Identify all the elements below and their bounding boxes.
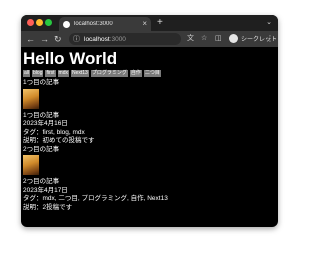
tab-title: localhost:3000 (74, 21, 113, 27)
tag-blog-button[interactable]: blog (32, 70, 44, 77)
new-tab-button[interactable]: + (157, 17, 163, 29)
reload-icon[interactable]: ↻ (54, 34, 62, 44)
article-heading[interactable]: 2つ目の記事 (23, 146, 278, 155)
tab-strip: localhost:3000 × + ⌄ (21, 15, 278, 31)
article-tags: タグ：first, blog, mdx (23, 128, 85, 136)
close-tab-icon[interactable]: × (142, 20, 147, 28)
menu-icon[interactable]: ⋮ (266, 34, 274, 44)
address-port: :3000 (109, 35, 126, 43)
address-host: localhost (84, 35, 110, 43)
tag-mdx-button[interactable]: mdx (57, 70, 69, 77)
tag-second-button[interactable]: 二つ目 (143, 70, 161, 77)
translate-icon[interactable]: 文 (187, 35, 194, 43)
tag-programming-button[interactable]: プログラミング (90, 70, 128, 77)
tab-localhost[interactable]: localhost:3000 × (59, 17, 151, 31)
browser-toolbar: ← → ↻ ⓘ localhost :3000 文 ☆ ◫ シークレット ⋮ (21, 31, 278, 47)
article-date: 2023年4月16日 (23, 120, 68, 127)
star-icon[interactable]: ☆ (201, 35, 207, 43)
tab-search-icon[interactable]: ⌄ (266, 18, 272, 26)
article-description: 説明：初めての投稿です (23, 137, 95, 144)
forward-icon[interactable]: → (40, 34, 49, 44)
incognito-avatar-icon (229, 34, 238, 43)
close-window-button[interactable] (27, 19, 34, 26)
address-bar[interactable]: ⓘ localhost :3000 (69, 33, 181, 45)
site-info-icon[interactable]: ⓘ (73, 34, 80, 44)
sidepanel-icon[interactable]: ◫ (215, 35, 222, 43)
article-thumbnail (23, 155, 39, 175)
tag-next13-button[interactable]: Next13 (70, 70, 89, 77)
tag-jisaku-button[interactable]: 自作 (129, 70, 142, 77)
article-tags: タグ：mdx, 二つ目, プログラミング, 自作, Next13 (23, 195, 168, 202)
article-title: 1つ目の記事 (23, 111, 60, 119)
page-title: Hello World (23, 49, 118, 68)
article-thumbnail (23, 88, 39, 109)
tag-first-button[interactable]: first (45, 70, 56, 77)
article-date: 2023年4月17日 (23, 186, 68, 194)
tag-filter-bar: all blog first mdx Next13 プログラミング 自作 二つ目 (23, 70, 278, 77)
page-content: Hello World all blog first mdx Next13 プロ… (23, 50, 278, 212)
article-card[interactable]: 1つ目の記事 1つ目の記事 2023年4月16日 タグ：first, blog,… (23, 79, 278, 146)
article-description: 説明：2投稿です (23, 203, 73, 211)
article-heading[interactable]: 1つ目の記事 (23, 79, 278, 88)
maximize-window-button[interactable] (45, 19, 52, 26)
article-card[interactable]: 2つ目の記事 2つ目の記事 2023年4月17日 タグ：mdx, 二つ目, プロ… (23, 146, 278, 213)
minimize-window-button[interactable] (36, 19, 43, 26)
article-title: 2つ目の記事 (23, 178, 60, 185)
tag-all-button[interactable]: all (23, 70, 31, 77)
favicon-icon (63, 20, 70, 28)
browser-window: localhost:3000 × + ⌄ ← → ↻ ⓘ localhost :… (21, 15, 278, 227)
back-icon[interactable]: ← (26, 34, 35, 44)
